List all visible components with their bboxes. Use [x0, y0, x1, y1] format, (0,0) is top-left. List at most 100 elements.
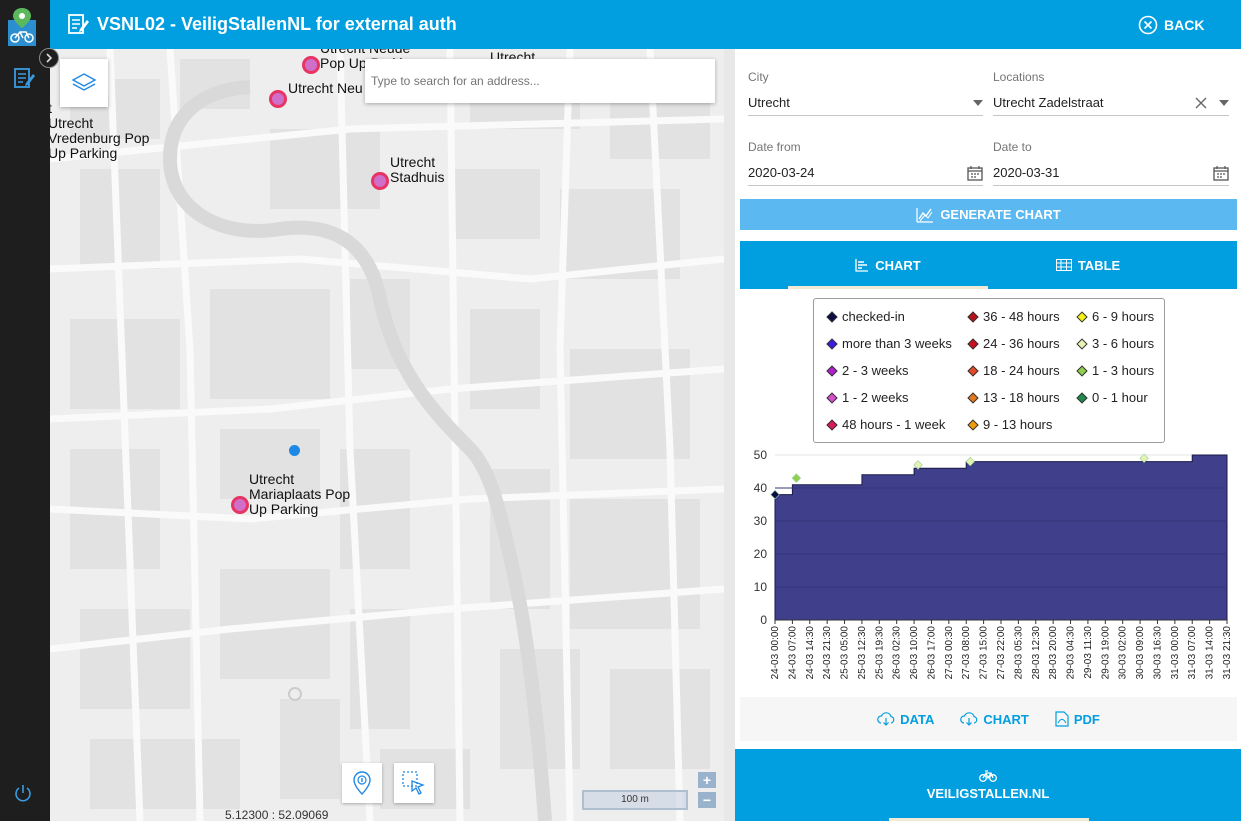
x-tick-label: 26-03 17:00: [926, 626, 937, 680]
tab-chart-label: CHART: [875, 257, 921, 273]
city-select[interactable]: Utrecht: [748, 90, 983, 116]
download-chart-label: CHART: [983, 711, 1029, 727]
app-window: VSNL02 - VeiligStallenNL for external au…: [0, 0, 1241, 821]
legend-label: checked-in: [842, 309, 905, 324]
legend-item[interactable]: 18 - 24 hours: [967, 363, 1060, 378]
legend-swatch: [826, 391, 838, 404]
legend-item[interactable]: 1 - 2 weeks: [826, 390, 908, 405]
legend-label: 48 hours - 1 week: [842, 417, 946, 432]
location-dot[interactable]: [289, 445, 300, 456]
report-edit-icon: [68, 14, 89, 34]
app-logo-icon[interactable]: [6, 6, 38, 46]
legend-label: 1 - 2 weeks: [842, 390, 909, 405]
map-view[interactable]: Utrecht Neude Pop Up Parking Utrecht Utr…: [50, 49, 724, 821]
layers-icon: [71, 73, 97, 91]
city-label: City: [748, 70, 769, 84]
locations-select[interactable]: Utrecht Zadelstraat: [993, 90, 1229, 116]
table-icon: [1055, 259, 1072, 271]
x-tick-label: 29-03 04:30: [1066, 626, 1077, 680]
parking-marker[interactable]: [371, 172, 389, 190]
map-label-neu: Utrecht Neu: [288, 80, 363, 96]
legend-item[interactable]: 36 - 48 hours: [967, 309, 1060, 324]
parking-marker[interactable]: [269, 90, 287, 108]
legend-label: 2 - 3 weeks: [842, 363, 909, 378]
legend-item[interactable]: 6 - 9 hours: [1076, 309, 1154, 324]
x-tick-label: 28-03 05:30: [1013, 626, 1024, 680]
legend-swatch: [826, 364, 838, 377]
layers-button[interactable]: [60, 59, 108, 107]
x-tick-label: 31-03 14:00: [1205, 626, 1216, 680]
legend-label: 3 - 6 hours: [1092, 336, 1155, 351]
generate-chart-button[interactable]: GENERATE CHART: [740, 199, 1237, 230]
expand-sidebar-button[interactable]: [39, 48, 59, 68]
info-marker-button[interactable]: [342, 763, 382, 803]
y-tick-label: 40: [754, 481, 768, 495]
legend-item[interactable]: 48 hours - 1 week: [826, 417, 945, 432]
legend-item[interactable]: 13 - 18 hours: [967, 390, 1060, 405]
report-edit-icon[interactable]: [12, 66, 36, 90]
address-search-input[interactable]: [365, 59, 715, 103]
back-button[interactable]: BACK: [1138, 14, 1204, 36]
x-tick-label: 24-03 21:30: [822, 626, 833, 680]
download-pdf-button[interactable]: PDF: [1055, 711, 1100, 727]
x-tick-label: 27-03 22:00: [996, 626, 1007, 680]
legend-swatch: [1076, 364, 1088, 377]
y-tick-label: 20: [754, 547, 768, 561]
parking-marker[interactable]: [302, 56, 320, 74]
legend-item[interactable]: 24 - 36 hours: [967, 336, 1060, 351]
power-icon[interactable]: [13, 783, 33, 803]
x-tick-label: 26-03 02:30: [892, 626, 903, 680]
legend-item[interactable]: 9 - 13 hours: [967, 417, 1052, 432]
footer-label: VEILIGSTALLEN.NL: [926, 785, 1050, 801]
cursor-coordinates: 5.12300 : 52.09069: [225, 808, 329, 821]
legend-item[interactable]: 2 - 3 weeks: [826, 363, 908, 378]
zoom-in-button[interactable]: +: [698, 772, 716, 788]
date-from-label: Date from: [748, 140, 801, 154]
x-tick-label: 25-03 19:30: [874, 626, 885, 680]
parking-marker[interactable]: [231, 496, 249, 514]
legend-item[interactable]: 0 - 1 hour: [1076, 390, 1148, 405]
export-actions: DATA CHART PDF: [740, 697, 1237, 741]
tab-chart[interactable]: CHART: [788, 241, 988, 289]
date-from-input[interactable]: 2020-03-24: [748, 160, 983, 186]
cloud-download-icon: [960, 712, 978, 726]
download-pdf-label: PDF: [1073, 711, 1100, 727]
tab-table[interactable]: TABLE: [988, 241, 1188, 289]
legend-item[interactable]: 3 - 6 hours: [1076, 336, 1154, 351]
close-circle-icon: [1138, 15, 1158, 35]
x-tick-label: 28-03 20:00: [1048, 626, 1059, 680]
chart-line-icon: [916, 207, 934, 223]
date-to-value: 2020-03-31: [993, 165, 1060, 180]
dropdown-arrow-icon: [973, 99, 983, 106]
legend-swatch: [1076, 337, 1088, 350]
legend-swatch: [967, 364, 979, 377]
legend-item[interactable]: more than 3 weeks: [826, 336, 952, 351]
x-tick-label: 30-03 16:30: [1152, 626, 1163, 680]
zoom-out-button[interactable]: −: [698, 792, 716, 808]
calendar-icon[interactable]: [967, 165, 983, 181]
dropdown-arrow-icon: [1219, 99, 1229, 106]
x-tick-label: 27-03 00:30: [944, 626, 955, 680]
calendar-icon[interactable]: [1213, 165, 1229, 181]
x-tick-label: 30-03 02:00: [1118, 626, 1129, 680]
legend-swatch: [967, 391, 979, 404]
date-to-input[interactable]: 2020-03-31: [993, 160, 1229, 186]
clear-icon[interactable]: [1195, 97, 1207, 109]
chart-legend: checked-in more than 3 weeks 2 - 3 weeks 1 …: [813, 298, 1165, 443]
map-label-stadhuis: Utrecht Stadhuis: [390, 154, 445, 185]
x-tick-label: 25-03 12:30: [857, 626, 868, 680]
download-data-button[interactable]: DATA: [877, 712, 934, 727]
legend-label: 36 - 48 hours: [983, 309, 1060, 324]
download-chart-button[interactable]: CHART: [960, 712, 1029, 727]
legend-item[interactable]: 1 - 3 hours: [1076, 363, 1154, 378]
scale-bar: 100 m: [582, 790, 688, 810]
footer-bar[interactable]: VEILIGSTALLEN.NL: [735, 749, 1241, 821]
map-scrollbar[interactable]: [724, 49, 735, 821]
legend-swatch: [826, 337, 838, 350]
select-area-button[interactable]: [394, 763, 434, 803]
select-cursor-icon: [402, 771, 425, 795]
map-base-layer: [50, 49, 724, 821]
legend-item[interactable]: checked-in: [826, 309, 905, 324]
legend-swatch: [967, 418, 979, 431]
header-bar: VSNL02 - VeiligStallenNL for external au…: [50, 0, 1241, 49]
